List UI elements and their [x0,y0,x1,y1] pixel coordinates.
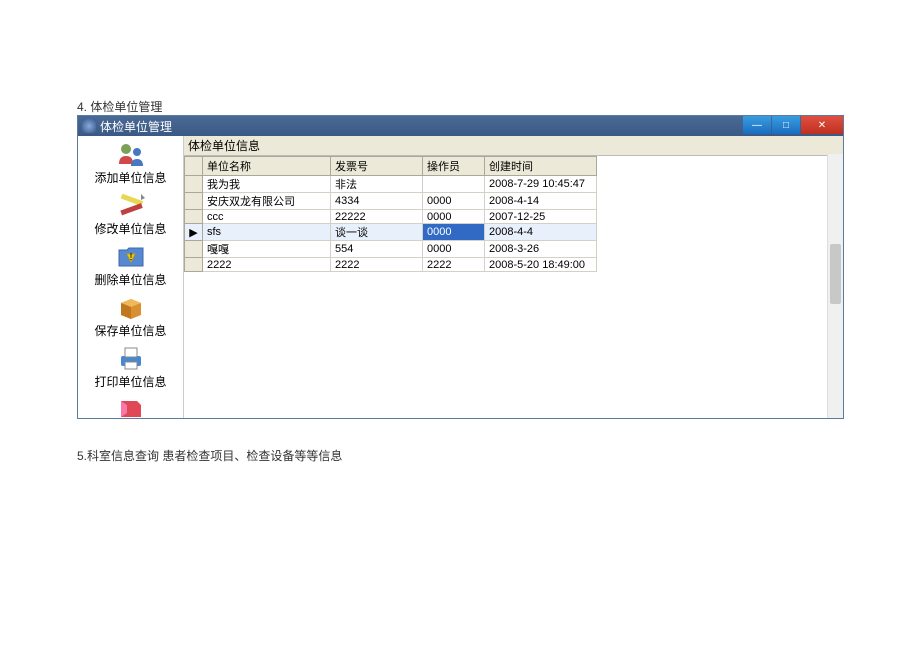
doc-section-5-label: 5.科室信息查询 患者检查项目、检查设备等等信息 [77,447,342,464]
cell-name[interactable]: sfs [203,224,331,241]
cell-invoice[interactable]: 2222 [331,258,423,272]
cell-name[interactable]: 我为我 [203,176,331,193]
sidebar-item-label: 保存单位信息 [94,322,166,339]
sidebar-item-save[interactable]: 保存单位信息 [78,291,183,342]
cell-operator[interactable]: 2222 [423,258,485,272]
data-grid[interactable]: 单位名称 发票号 操作员 创建时间 我为我非法 2008-7-29 10:45:4… [184,156,843,418]
cell-name[interactable]: 嘎嘎 [203,241,331,258]
col-header-time[interactable]: 创建时间 [485,157,597,176]
row-handle[interactable]: ▶ [185,224,203,241]
sidebar-item-print[interactable]: 打印单位信息 [78,342,183,393]
table-row[interactable]: 嘎嘎55400002008-3-26 [185,241,597,258]
cell-operator[interactable]: 0000 [423,193,485,210]
folder-delete-icon: ! [113,242,149,270]
cell-time[interactable]: 2007-12-25 [485,210,597,224]
cell-time[interactable]: 2008-5-20 18:49:00 [485,258,597,272]
units-table: 单位名称 发票号 操作员 创建时间 我为我非法 2008-7-29 10:45:4… [184,156,597,272]
cell-invoice[interactable]: 非法 [331,176,423,193]
sidebar-item-exit[interactable]: 退出单位管理 [78,393,183,418]
sidebar: 添加单位信息 修改单位信息 ! [78,136,184,418]
row-handle[interactable] [185,176,203,193]
box-icon [113,293,149,321]
cell-invoice[interactable]: 谈一谈 [331,224,423,241]
cell-operator[interactable]: 0000 [423,241,485,258]
doc-section-4-label: 4. 体检单位管理 [77,98,162,115]
cell-time[interactable]: 2008-3-26 [485,241,597,258]
cell-invoice[interactable]: 4334 [331,193,423,210]
window-body: 添加单位信息 修改单位信息 ! [78,136,843,418]
row-handle[interactable] [185,210,203,224]
add-user-icon [113,140,149,168]
cell-operator[interactable]: 0000 [423,210,485,224]
printer-icon [113,344,149,372]
window-title: 体检单位管理 [100,118,172,135]
vertical-scrollbar[interactable] [827,154,843,418]
table-row[interactable]: 我为我非法 2008-7-29 10:45:47 [185,176,597,193]
table-row[interactable]: 安庆双龙有限公司433400002008-4-14 [185,193,597,210]
pencil-ruler-icon [113,191,149,219]
title-bar: 体检单位管理 — □ ✕ [78,116,843,136]
sidebar-item-edit[interactable]: 修改单位信息 [78,189,183,240]
minimize-button[interactable]: — [743,116,771,134]
sidebar-item-label: 添加单位信息 [94,169,166,186]
unit-management-window: 体检单位管理 — □ ✕ 添加单位信息 [77,115,844,419]
row-handle[interactable] [185,193,203,210]
sidebar-item-delete[interactable]: ! 删除单位信息 [78,240,183,291]
scrollbar-thumb[interactable] [830,244,841,304]
cell-invoice[interactable]: 22222 [331,210,423,224]
cell-time[interactable]: 2008-4-14 [485,193,597,210]
cell-invoice[interactable]: 554 [331,241,423,258]
row-handle-header [185,157,203,176]
svg-text:!: ! [129,252,132,263]
close-button[interactable]: ✕ [801,116,843,134]
cell-name[interactable]: ccc [203,210,331,224]
content-area: 体检单位信息 单位名称 发票号 操作员 创建时间 我为我非法 2008-7-29 … [184,136,843,418]
col-header-name[interactable]: 单位名称 [203,157,331,176]
col-header-operator[interactable]: 操作员 [423,157,485,176]
row-handle[interactable] [185,258,203,272]
col-header-invoice[interactable]: 发票号 [331,157,423,176]
table-row[interactable]: ▶sfs谈一谈00002008-4-4 [185,224,597,241]
cell-operator[interactable] [423,176,485,193]
cell-time[interactable]: 2008-7-29 10:45:47 [485,176,597,193]
table-row[interactable]: 2222222222222008-5-20 18:49:00 [185,258,597,272]
group-label: 体检单位信息 [184,136,843,156]
window-controls: — □ ✕ [742,116,843,134]
cell-time[interactable]: 2008-4-4 [485,224,597,241]
cell-name[interactable]: 安庆双龙有限公司 [203,193,331,210]
maximize-button[interactable]: □ [772,116,800,134]
sidebar-item-label: 修改单位信息 [94,220,166,237]
exit-icon [113,395,149,418]
table-row[interactable]: ccc2222200002007-12-25 [185,210,597,224]
sidebar-item-label: 打印单位信息 [94,373,166,390]
cell-operator[interactable]: 0000 [423,224,485,241]
sidebar-item-add[interactable]: 添加单位信息 [78,138,183,189]
app-icon [82,119,96,133]
cell-name[interactable]: 2222 [203,258,331,272]
sidebar-item-label: 删除单位信息 [94,271,166,288]
row-handle[interactable] [185,241,203,258]
